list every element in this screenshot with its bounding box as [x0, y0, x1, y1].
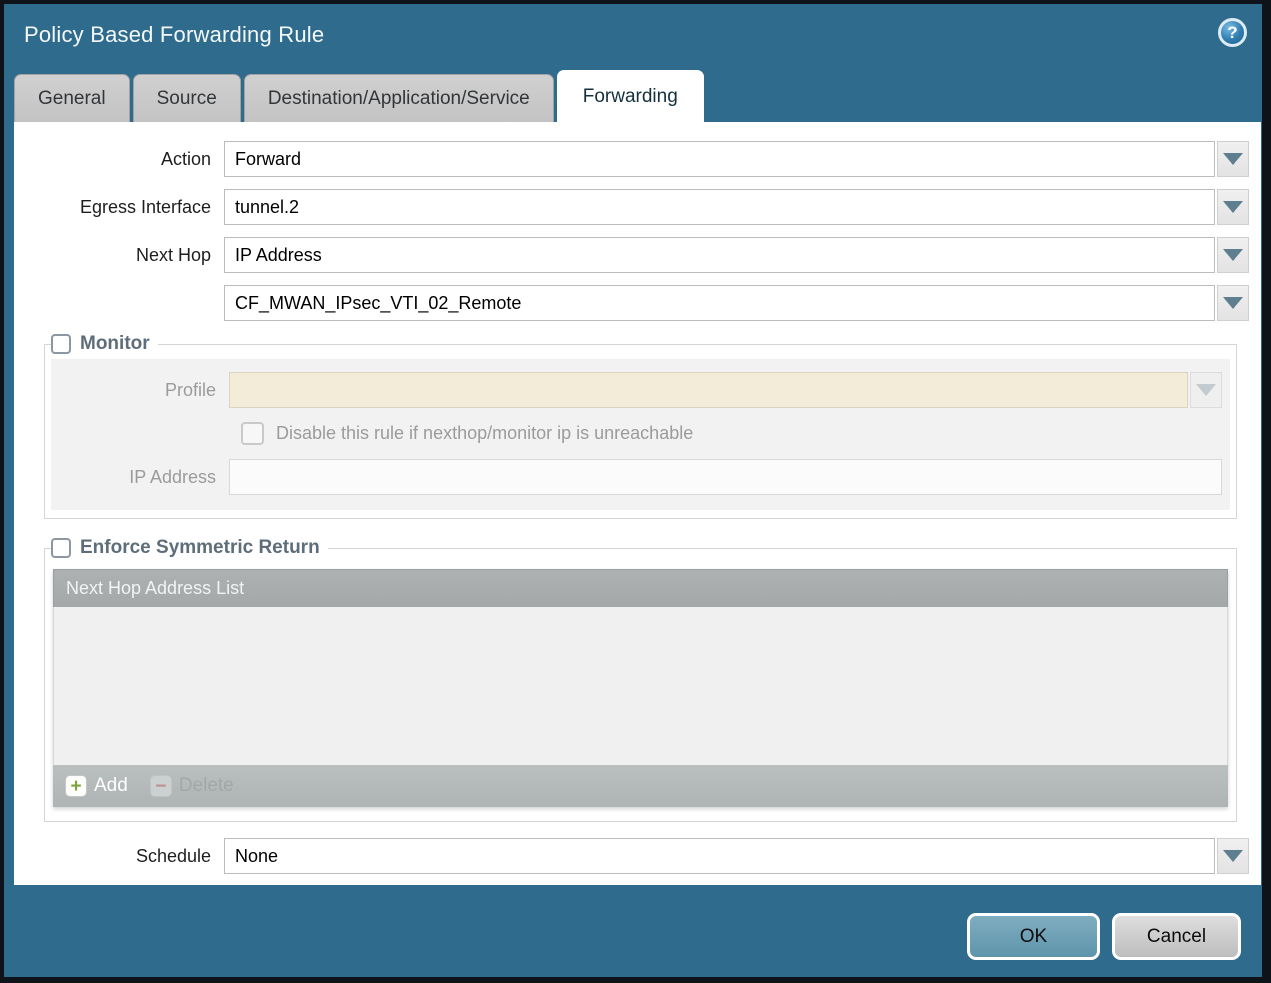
- next-hop-address-table-toolbar: + Add − Delete: [53, 765, 1228, 807]
- tab-source[interactable]: Source: [133, 74, 241, 122]
- next-hop-address-table-body: [53, 607, 1228, 765]
- next-hop-address-list-header-label: Next Hop Address List: [66, 578, 244, 599]
- delete-minus-icon: −: [150, 775, 172, 797]
- monitor-group-body: Profile Disable this rule if nexthop/mon…: [51, 359, 1230, 510]
- egress-interface-row: Egress Interface tunnel.2: [14, 189, 1249, 225]
- next-hop-type-select: IP Address: [224, 237, 1249, 273]
- action-dropdown-button[interactable]: [1217, 141, 1249, 177]
- add-button-label: Add: [94, 775, 128, 797]
- egress-interface-label: Egress Interface: [14, 189, 224, 225]
- delete-button-label: Delete: [179, 775, 234, 797]
- cancel-button[interactable]: Cancel: [1112, 913, 1241, 960]
- next-hop-row: Next Hop IP Address: [14, 237, 1249, 273]
- chevron-down-icon: [1223, 153, 1243, 165]
- dialog-footer: OK Cancel: [4, 885, 1262, 977]
- monitor-checkbox[interactable]: [51, 334, 71, 354]
- screenshot-frame: Policy Based Forwarding Rule ? General S…: [0, 0, 1271, 983]
- dialog-title: Policy Based Forwarding Rule: [24, 22, 324, 48]
- disable-rule-label: Disable this rule if nexthop/monitor ip …: [276, 423, 693, 444]
- chevron-down-icon: [1223, 249, 1243, 261]
- chevron-down-icon: [1223, 297, 1243, 309]
- schedule-label: Schedule: [14, 838, 224, 874]
- profile-dropdown-button: [1190, 372, 1222, 408]
- enforce-symmetric-return-legend: Enforce Symmetric Return: [51, 537, 328, 559]
- chevron-down-icon: [1223, 201, 1243, 213]
- next-hop-address-row: CF_MWAN_IPsec_VTI_02_Remote: [14, 285, 1249, 321]
- ok-button[interactable]: OK: [967, 913, 1100, 960]
- next-hop-address-table-header: Next Hop Address List: [53, 569, 1228, 607]
- chevron-down-icon: [1196, 384, 1216, 396]
- chevron-down-icon: [1223, 850, 1243, 862]
- monitor-group: Monitor Profile Disable: [44, 333, 1237, 519]
- next-hop-address-value[interactable]: CF_MWAN_IPsec_VTI_02_Remote: [224, 285, 1215, 321]
- profile-select: [229, 372, 1222, 408]
- dialog-titlebar: Policy Based Forwarding Rule ?: [4, 4, 1262, 66]
- egress-interface-select: tunnel.2: [224, 189, 1249, 225]
- monitor-legend-label: Monitor: [80, 333, 150, 355]
- next-hop-address-dropdown-button[interactable]: [1217, 285, 1249, 321]
- action-value[interactable]: Forward: [224, 141, 1215, 177]
- monitor-ip-address-label: IP Address: [51, 459, 229, 495]
- schedule-value[interactable]: None: [224, 838, 1215, 874]
- monitor-ip-address-value: [229, 459, 1222, 495]
- egress-interface-value[interactable]: tunnel.2: [224, 189, 1215, 225]
- tab-destination-application-service[interactable]: Destination/Application/Service: [244, 74, 554, 122]
- next-hop-label: Next Hop: [14, 237, 224, 273]
- profile-value: [229, 372, 1188, 408]
- next-hop-type-dropdown-button[interactable]: [1217, 237, 1249, 273]
- delete-button: − Delete: [150, 775, 234, 797]
- action-label: Action: [14, 141, 224, 177]
- next-hop-type-value[interactable]: IP Address: [224, 237, 1215, 273]
- next-hop-address-select: CF_MWAN_IPsec_VTI_02_Remote: [224, 285, 1249, 321]
- profile-row: Profile: [51, 372, 1222, 408]
- add-button[interactable]: + Add: [65, 775, 128, 797]
- action-row: Action Forward: [14, 141, 1249, 177]
- tab-forwarding[interactable]: Forwarding: [557, 70, 704, 122]
- enforce-symmetric-return-group: Enforce Symmetric Return Next Hop Addres…: [44, 537, 1237, 822]
- enforce-symmetric-return-checkbox[interactable]: [51, 538, 71, 558]
- schedule-select: None: [224, 838, 1249, 874]
- next-hop-address-table: Next Hop Address List + Add − Delete: [53, 569, 1228, 807]
- disable-rule-checkbox: [241, 422, 264, 445]
- monitor-ip-address-field-wrap: [229, 459, 1222, 495]
- pbf-rule-dialog: Policy Based Forwarding Rule ? General S…: [4, 4, 1262, 977]
- monitor-legend: Monitor: [51, 333, 158, 355]
- egress-interface-dropdown-button[interactable]: [1217, 189, 1249, 225]
- monitor-ip-address-row: IP Address: [51, 459, 1222, 495]
- enforce-symmetric-return-legend-label: Enforce Symmetric Return: [80, 537, 320, 559]
- schedule-dropdown-button[interactable]: [1217, 838, 1249, 874]
- help-glyph: ?: [1227, 23, 1237, 43]
- tab-bar: General Source Destination/Application/S…: [14, 68, 1262, 122]
- forwarding-panel: Action Forward Egress Interface tunnel.2: [14, 122, 1261, 885]
- tab-general[interactable]: General: [14, 74, 130, 122]
- add-plus-icon: +: [65, 775, 87, 797]
- schedule-row: Schedule None: [14, 838, 1249, 874]
- disable-rule-row: Disable this rule if nexthop/monitor ip …: [241, 422, 1222, 445]
- profile-label: Profile: [51, 372, 229, 408]
- action-select: Forward: [224, 141, 1249, 177]
- help-icon[interactable]: ?: [1218, 18, 1247, 47]
